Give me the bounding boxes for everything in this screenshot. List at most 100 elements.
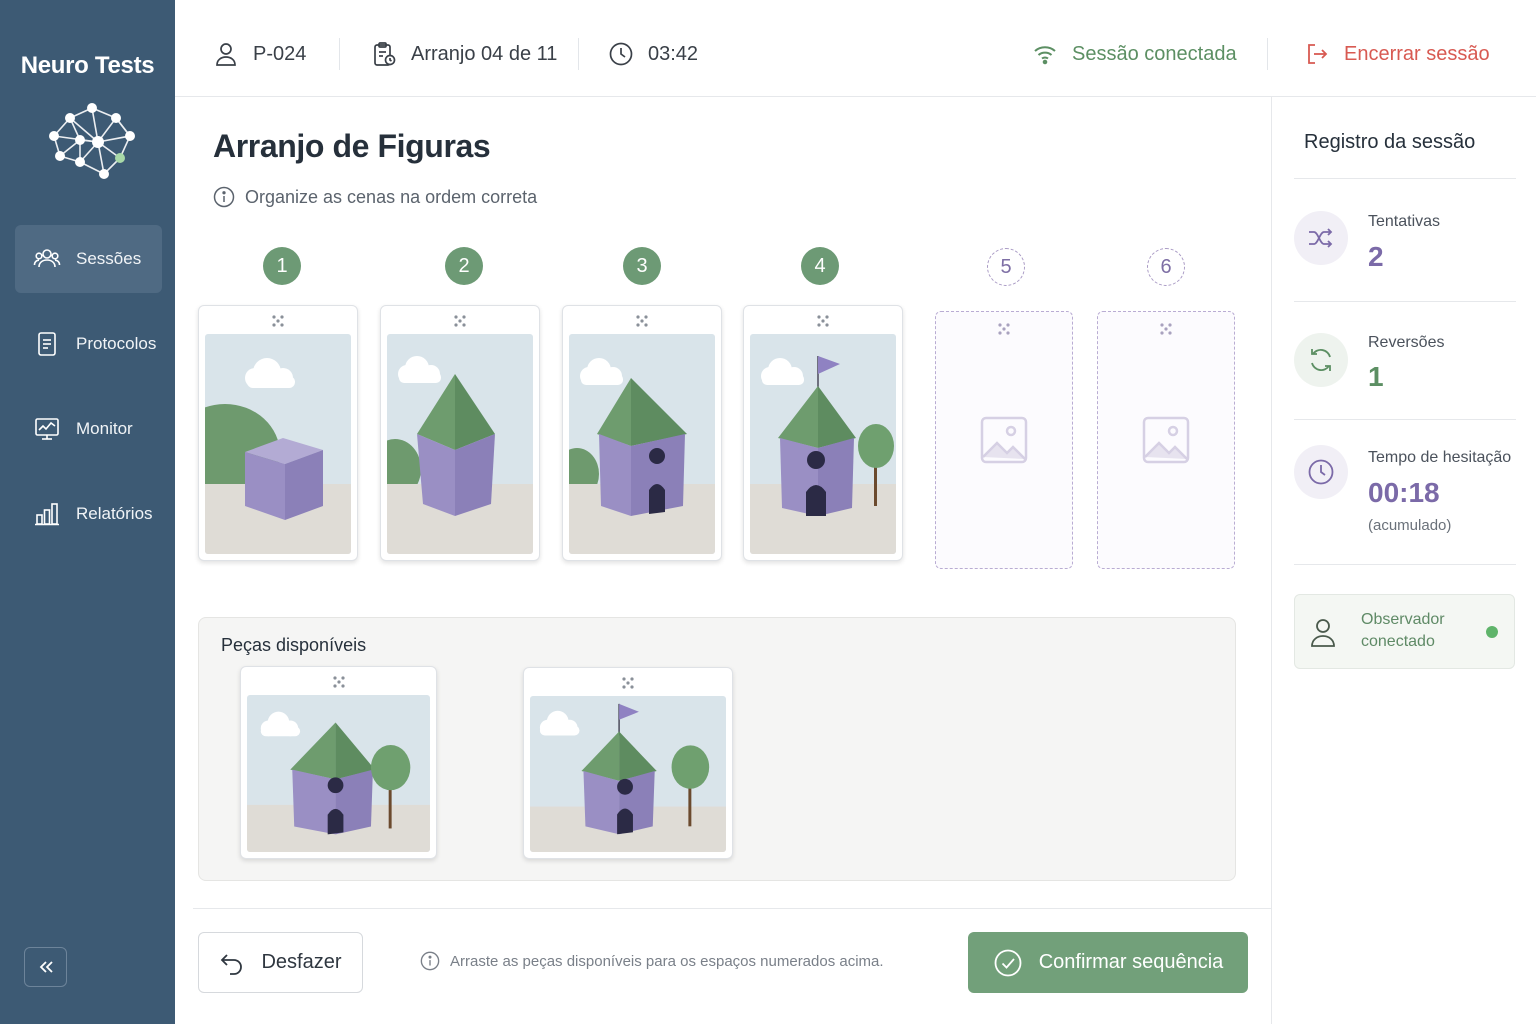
undo-button[interactable]: Desfazer: [198, 932, 363, 993]
hesitation-value: 00:18: [1368, 477, 1440, 508]
slot-number-1: 1: [263, 247, 301, 285]
slot-card-2[interactable]: [380, 305, 540, 561]
empty-slot-6[interactable]: [1097, 311, 1235, 569]
slot-number-6: 6: [1147, 248, 1185, 286]
scene-cube-illustration: [205, 334, 351, 554]
check-circle-icon: [994, 949, 1022, 976]
hesitation-label: Tempo de hesitação: [1368, 449, 1512, 466]
timer-label: 03:42: [648, 42, 699, 65]
drag-handle-icon: [998, 323, 1010, 335]
sidebar-item-relatorios[interactable]: Relatórios: [15, 480, 162, 548]
image-placeholder-icon: [980, 416, 1028, 464]
hint-text: Arraste as peças disponíveis para os esp…: [450, 952, 884, 970]
session-log-title: Registro da sessão: [1304, 131, 1476, 153]
slot-card-1[interactable]: [198, 305, 358, 561]
sidebar-item-protocolos[interactable]: Protocolos: [15, 310, 162, 378]
hesitation-sub: (acumulado): [1368, 517, 1452, 534]
undo-icon: [221, 953, 243, 975]
drag-handle-icon: [1160, 323, 1172, 335]
document-icon: [38, 332, 56, 356]
slot-number-2: 2: [445, 247, 483, 285]
info-icon: [213, 186, 235, 208]
drag-handle-icon: [332, 676, 345, 688]
bar-chart-icon: [35, 503, 59, 526]
subtitle-text: Organize as cenas na ordem correta: [245, 186, 538, 207]
session-timer: 03:42: [608, 38, 698, 70]
sidebar-nav: Sessões Protocolos Monitor Relatórios: [15, 225, 162, 565]
undo-label: Desfazer: [261, 951, 342, 973]
page-title: Arranjo de Figuras: [213, 128, 491, 164]
slot-card-4[interactable]: [743, 305, 903, 561]
scene-image: [387, 334, 533, 554]
divider: [1267, 38, 1268, 70]
divider: [1294, 178, 1516, 179]
divider: [339, 38, 340, 70]
empty-slot-5[interactable]: [935, 311, 1073, 569]
drag-hint: Arraste as peças disponíveis para os esp…: [420, 951, 884, 971]
divider: [1294, 419, 1516, 420]
status-dot: [1486, 626, 1498, 638]
sidebar-item-sessoes[interactable]: Sessões: [15, 225, 162, 293]
connection-status: Sessão conectada: [1032, 38, 1237, 70]
sidebar-item-label: Sessões: [76, 249, 142, 268]
users-icon: [33, 249, 61, 268]
scene-house-flag-tree-illustration: [750, 334, 896, 554]
user-icon: [216, 43, 236, 66]
sidebar-item-label: Monitor: [76, 419, 133, 438]
sidebar-item-label: Protocolos: [76, 334, 157, 353]
wifi-icon: [1034, 46, 1056, 65]
divider: [193, 908, 1271, 909]
scene-house-illustration: [569, 334, 715, 554]
end-session-button[interactable]: Encerrar sessão: [1304, 38, 1490, 70]
slot-number-4: 4: [801, 247, 839, 285]
stat-icon-hesitation: [1294, 445, 1348, 499]
reversals-value: 1: [1368, 361, 1384, 392]
divider: [578, 38, 579, 70]
available-piece-2[interactable]: [523, 667, 733, 859]
double-chevron-left-icon: [39, 961, 53, 973]
scene-house-tree-illustration: [247, 695, 430, 852]
logout-icon: [1308, 44, 1328, 64]
monitor-icon: [35, 418, 59, 440]
available-piece-1[interactable]: [240, 666, 437, 859]
connection-label: Sessão conectada: [1072, 42, 1237, 65]
collapse-sidebar-button[interactable]: [24, 947, 67, 987]
session-log-panel: Registro da sessão Tentativas 2 Reversõe…: [1271, 97, 1536, 1024]
scene-image: [750, 334, 896, 554]
divider: [1294, 301, 1516, 302]
stat-icon-reversals: [1294, 333, 1348, 387]
drag-handle-icon: [622, 677, 634, 689]
confirm-sequence-button[interactable]: Confirmar sequência: [968, 932, 1248, 993]
clipboard-icon: [374, 42, 396, 66]
clock-icon: [1308, 459, 1334, 485]
sidebar: Neuro Tests Sessões Protocolos Monitor R…: [0, 0, 175, 1024]
attempts-label: Tentativas: [1368, 213, 1441, 230]
observer-label: Observador conectado: [1361, 611, 1445, 650]
app-name: Neuro Tests: [20, 52, 155, 79]
drag-handle-icon: [636, 315, 648, 327]
reversals-label: Reversões: [1368, 334, 1445, 351]
scene-house-flag-tree-illustration: [530, 696, 726, 852]
user-icon: [1311, 619, 1335, 647]
top-bar: P-024 Arranjo 04 de 11 03:42 Sessão cone…: [175, 0, 1536, 97]
scene-image: [205, 334, 351, 554]
image-placeholder-icon: [1142, 416, 1190, 464]
scene-image: [247, 695, 430, 852]
attempts-value: 2: [1368, 241, 1384, 272]
scene-image: [569, 334, 715, 554]
sidebar-item-monitor[interactable]: Monitor: [15, 395, 162, 463]
stat-icon-attempts: [1294, 211, 1348, 265]
page-subtitle: Organize as cenas na ordem correta: [213, 186, 537, 208]
observer-status: Observador conectado: [1294, 594, 1515, 669]
slot-card-3[interactable]: [562, 305, 722, 561]
available-pieces-title: Peças disponíveis: [221, 635, 367, 655]
arrangement-progress: Arranjo 04 de 11: [371, 38, 557, 70]
end-session-label: Encerrar sessão: [1344, 42, 1490, 65]
drag-handle-icon: [454, 315, 466, 327]
participant-id: P-024: [213, 38, 306, 70]
slot-number-3: 3: [623, 247, 661, 285]
network-logo-icon: [49, 103, 135, 179]
scene-roof-illustration: [387, 334, 533, 554]
shuffle-icon: [1309, 228, 1333, 248]
participant-label: P-024: [253, 42, 307, 65]
